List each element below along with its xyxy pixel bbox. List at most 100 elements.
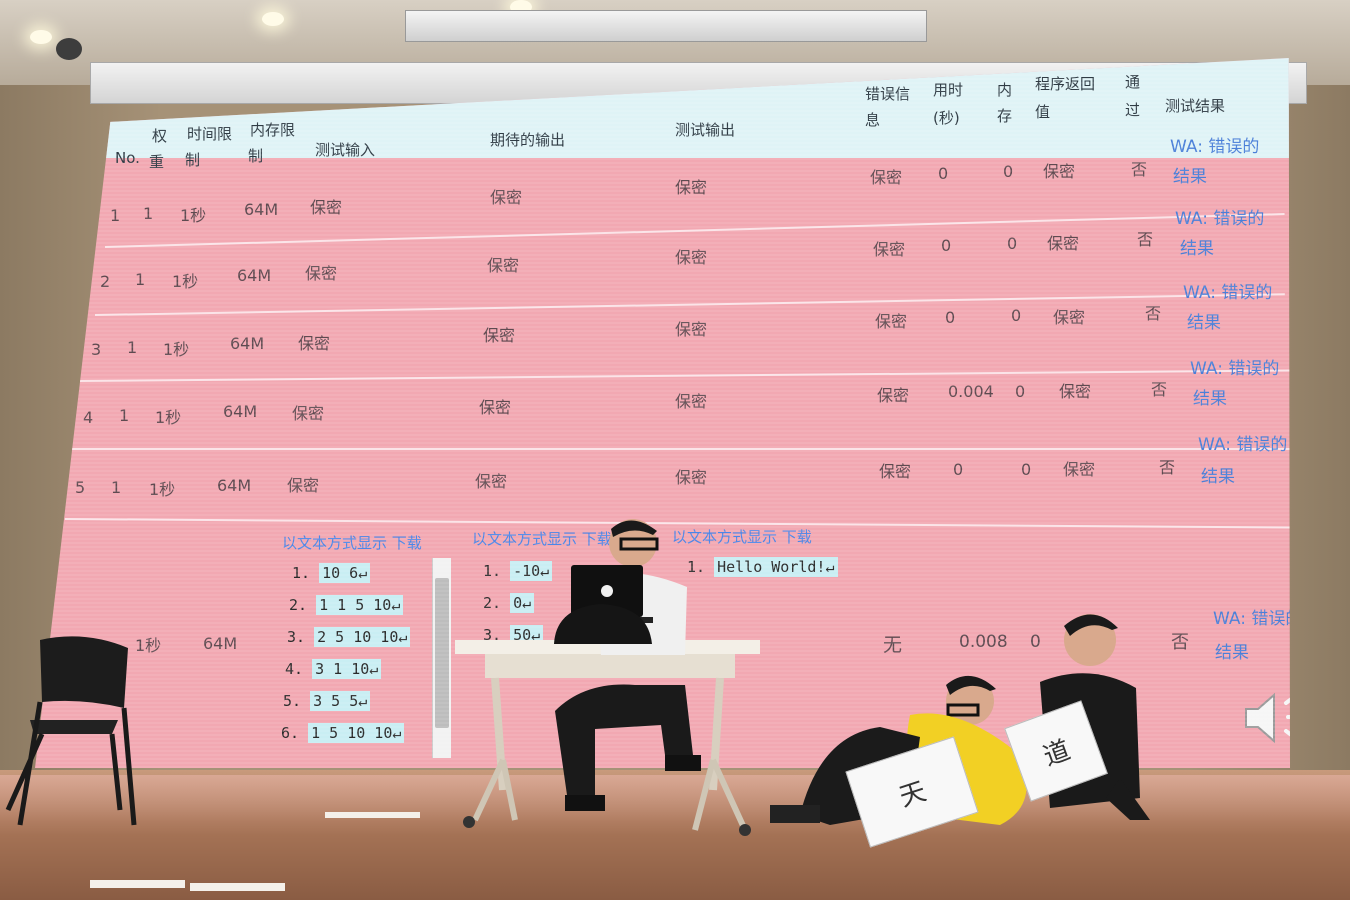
row2-no: 2 — [100, 272, 111, 291]
row-divider — [79, 369, 1290, 382]
row1-time-limit: 1秒 — [180, 206, 207, 225]
row5-time-used: 0 — [953, 460, 964, 479]
row4-weight: 1 — [119, 406, 130, 425]
row4-input: 保密 — [292, 404, 325, 423]
header-error-info: 错误信 — [865, 85, 911, 103]
row1-expected: 保密 — [490, 188, 523, 207]
header-no: No. — [115, 149, 140, 167]
row2-mem-limit: 64M — [237, 266, 272, 285]
row5-error: 保密 — [879, 462, 912, 481]
row3-mem-limit: 64M — [230, 334, 265, 353]
row4-return: 保密 — [1059, 382, 1092, 401]
row1-pass: 否 — [1131, 160, 1148, 179]
ceiling-light — [262, 12, 284, 26]
row3-error: 保密 — [875, 312, 908, 331]
header-test-input: 测试输入 — [315, 141, 376, 159]
row4-output: 保密 — [675, 392, 708, 411]
row2-weight: 1 — [135, 270, 146, 289]
speaker-icon[interactable] — [1240, 683, 1290, 753]
row2-mem-used: 0 — [1007, 234, 1018, 253]
header-error-info: 息 — [865, 111, 881, 129]
row5-mem-limit: 64M — [217, 476, 252, 495]
code-line: 4. 3 1 10↵ — [285, 659, 382, 679]
folding-chair — [5, 636, 137, 826]
header-time-limit: 时间限 — [187, 125, 233, 143]
security-camera — [56, 38, 82, 60]
row6-input-view-download-links[interactable]: 以文本方式显示 下载 — [282, 532, 422, 553]
row5-output: 保密 — [675, 468, 708, 487]
row3-result[interactable]: WA: 错误的 — [1183, 278, 1272, 308]
row2-pass: 否 — [1137, 230, 1154, 249]
row5-input: 保密 — [287, 476, 320, 495]
header-mem-limit: 内存限 — [250, 121, 296, 139]
header-mem-limit: 制 — [248, 147, 264, 165]
row4-result[interactable]: 结果 — [1193, 384, 1227, 414]
input-scrollbar-thumb[interactable] — [435, 578, 449, 728]
row3-pass: 否 — [1145, 304, 1162, 323]
ceiling-light — [30, 30, 52, 44]
floor-paper — [190, 883, 285, 891]
row4-result[interactable]: WA: 错误的 — [1190, 354, 1279, 384]
row2-expected: 保密 — [487, 256, 520, 275]
row4-mem-limit: 64M — [223, 402, 258, 421]
header-time-used: 用时 — [933, 81, 964, 99]
row2-result[interactable]: 结果 — [1180, 234, 1214, 264]
row6-result[interactable]: 结果 — [1215, 638, 1249, 668]
row-divider — [104, 213, 1285, 248]
backpack — [554, 604, 652, 644]
row1-time-used: 0 — [938, 164, 949, 183]
row3-result[interactable]: 结果 — [1187, 308, 1221, 338]
row2-error: 保密 — [873, 240, 906, 259]
row3-weight: 1 — [127, 338, 138, 357]
row3-time-used: 0 — [945, 308, 956, 327]
floor-paper — [325, 812, 420, 818]
projector-screen-housing — [405, 10, 927, 42]
apple-logo-icon — [601, 585, 613, 597]
header-time-used: (秒) — [933, 109, 960, 127]
row1-mem-limit: 64M — [244, 200, 279, 219]
row3-no: 3 — [91, 340, 102, 359]
seated-person — [555, 519, 701, 811]
row2-time-limit: 1秒 — [172, 272, 199, 291]
row2-output: 保密 — [675, 248, 708, 267]
code-line: 1. 10 6↵ — [292, 563, 371, 583]
header-test-output: 测试输出 — [675, 121, 736, 139]
row1-return: 保密 — [1043, 162, 1076, 181]
row4-error: 保密 — [877, 386, 910, 405]
row6-mem-limit: 64M — [203, 634, 238, 653]
floor-paper — [90, 880, 185, 888]
header-expected-output: 期待的输出 — [490, 131, 566, 149]
row3-input: 保密 — [298, 334, 331, 353]
row5-result[interactable]: 结果 — [1201, 462, 1235, 492]
header-weight: 重 — [149, 153, 165, 171]
row2-result[interactable]: WA: 错误的 — [1175, 204, 1264, 234]
header-passed: 通 — [1125, 73, 1141, 91]
row1-mem-used: 0 — [1003, 162, 1014, 181]
header-passed: 过 — [1125, 101, 1141, 119]
row1-output: 保密 — [675, 178, 708, 197]
row1-result[interactable]: 结果 — [1173, 162, 1207, 192]
row6-result[interactable]: WA: 错误的 — [1213, 604, 1290, 634]
header-memory-used: 存 — [997, 107, 1013, 125]
header-return-value: 程序返回 — [1035, 75, 1096, 93]
row4-time-used: 0.004 — [948, 382, 994, 401]
row4-pass: 否 — [1151, 380, 1168, 399]
header-test-result: 测试结果 — [1165, 97, 1226, 115]
row3-expected: 保密 — [483, 326, 516, 345]
code-line: 3. 2 5 10 10↵ — [287, 627, 411, 647]
row2-return: 保密 — [1047, 234, 1080, 253]
code-line: 2. 1 1 5 10↵ — [289, 595, 404, 615]
row1-weight: 1 — [143, 204, 154, 223]
row1-error: 保密 — [870, 168, 903, 187]
row1-result[interactable]: WA: 错误的 — [1170, 132, 1259, 162]
row3-return: 保密 — [1053, 308, 1086, 327]
code-line: 5. 3 5 5↵ — [283, 691, 371, 711]
header-time-limit: 制 — [185, 151, 201, 169]
row3-mem-used: 0 — [1011, 306, 1022, 325]
row2-input: 保密 — [305, 264, 338, 283]
header-weight: 权 — [152, 127, 168, 145]
row4-time-limit: 1秒 — [155, 408, 182, 427]
code-line: 6. 1 5 10 10↵ — [281, 723, 405, 743]
row5-result[interactable]: WA: 错误的 — [1198, 430, 1287, 460]
row3-time-limit: 1秒 — [163, 340, 190, 359]
